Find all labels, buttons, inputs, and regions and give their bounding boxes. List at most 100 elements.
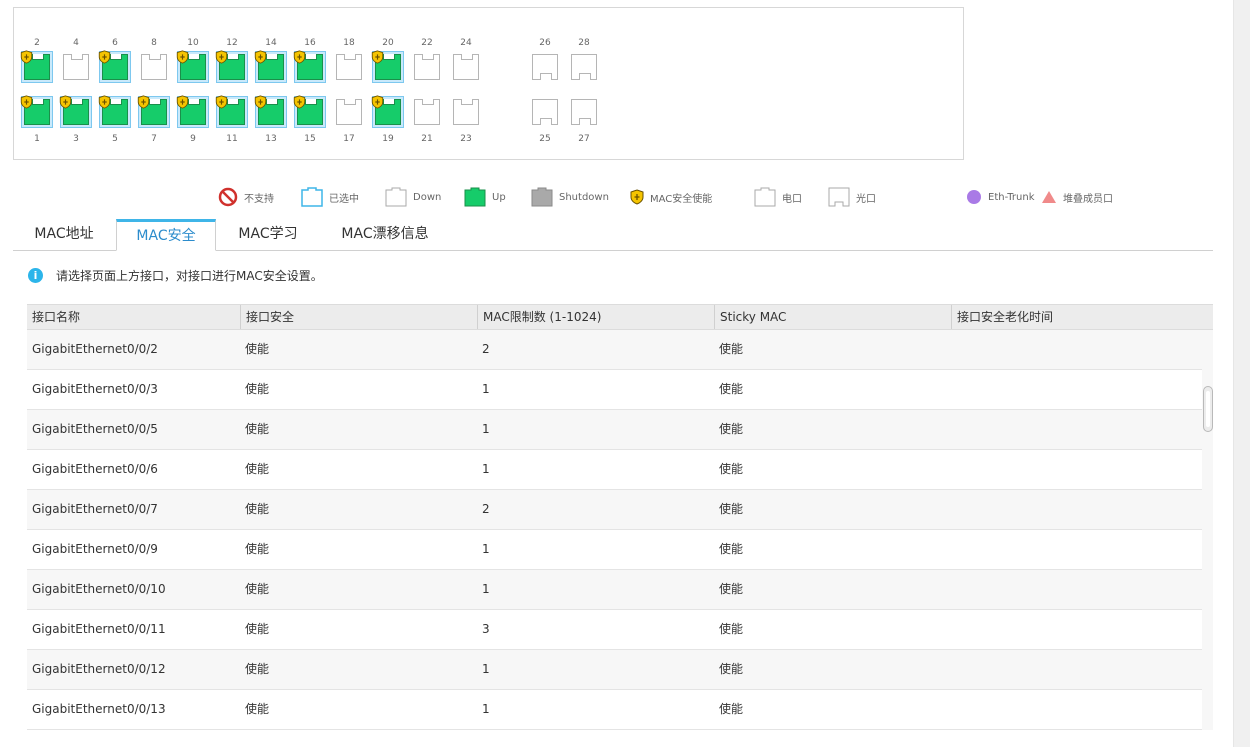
table-row[interactable]: GigabitEthernet0/0/13 使能 1 使能 [27,690,1202,730]
legend-eth-trunk: Eth-Trunk [966,186,1034,208]
table-row[interactable]: GigabitEthernet0/0/2 使能 2 使能 [27,330,1202,370]
table-row[interactable]: GigabitEthernet0/0/12 使能 1 使能 [27,650,1202,690]
table-row[interactable]: GigabitEthernet0/0/7 使能 2 使能 [27,490,1202,530]
legend-down-label: Down [413,191,442,203]
port-18[interactable] [336,54,362,80]
cell-interface-security: 使能 [245,382,270,396]
mac-security-shield-icon [630,189,644,205]
cell-interface-name: GigabitEthernet0/0/5 [32,422,158,436]
legend-mac-security: MAC安全使能 [630,186,712,208]
port-number: 18 [343,38,355,48]
optical-port-icon [828,187,850,207]
table-row[interactable]: GigabitEthernet0/0/3 使能 1 使能 [27,370,1202,410]
legend-eth-trunk-label: Eth-Trunk [988,191,1035,203]
tab-mac-address[interactable]: MAC地址 [13,219,115,250]
port-number: 25 [539,134,551,144]
cell-interface-security: 使能 [245,542,270,556]
mac-security-shield-icon [98,95,111,109]
stack-member-icon [1042,191,1056,203]
port-number: 17 [343,134,355,144]
mac-security-shield-icon [371,95,384,109]
selected-port-icon [301,187,323,207]
legend-electrical-label: 电口 [782,193,802,205]
port-number: 9 [190,134,196,144]
tab-mac-security[interactable]: MAC安全 [116,219,216,251]
cell-mac-limit: 1 [482,462,490,476]
port-4[interactable] [63,54,89,80]
legend-shutdown: Shutdown [531,186,609,208]
table-row[interactable]: GigabitEthernet0/0/5 使能 1 使能 [27,410,1202,450]
port-17[interactable] [336,99,362,125]
switch-panel: 2 4 6 8 10 12 14 16 18 20 22 24 1 3 5 7 9 11 13 15 17 19 21 23 2… [13,7,964,160]
page-scrollbar[interactable] [1233,0,1250,747]
legend-optical-label: 光口 [856,193,876,205]
cell-interface-security: 使能 [245,702,270,716]
mac-security-shield-icon [137,95,150,109]
tab-mac-learning[interactable]: MAC学习 [219,219,317,250]
mac-security-shield-icon [293,50,306,64]
table-scrollbar[interactable] [1202,330,1213,730]
legend-shutdown-label: Shutdown [559,191,609,203]
port-number: 12 [226,38,238,48]
port-number: 16 [304,38,316,48]
port-number: 3 [73,134,79,144]
port-22[interactable] [414,54,440,80]
mac-security-shield-icon [176,50,189,64]
fiber-port-25[interactable] [532,99,558,125]
port-24[interactable] [453,54,479,80]
port-number: 10 [187,38,199,48]
mac-security-shield-icon [215,50,228,64]
cell-mac-limit: 1 [482,702,490,716]
header-mac-limit[interactable]: MAC限制数 (1-1024) [477,305,714,329]
scrollbar-thumb[interactable] [1203,386,1213,432]
header-interface-name[interactable]: 接口名称 [27,305,240,329]
port-number: 27 [578,134,590,144]
port-number: 6 [112,38,118,48]
cell-sticky-mac: 使能 [719,622,744,636]
cell-interface-security: 使能 [245,342,270,356]
fiber-port-26[interactable] [532,54,558,80]
port-21[interactable] [414,99,440,125]
cell-interface-name: GigabitEthernet0/0/2 [32,342,158,356]
cell-sticky-mac: 使能 [719,702,744,716]
legend-unsupported: 不支持 [218,186,274,208]
cell-aging-time [951,650,1202,689]
table-row[interactable]: GigabitEthernet0/0/6 使能 1 使能 [27,450,1202,490]
legend-selected-label: 已选中 [329,193,359,205]
cell-interface-name: GigabitEthernet0/0/9 [32,542,158,556]
port-number: 11 [226,134,238,144]
cell-aging-time [951,530,1202,569]
port-number: 23 [460,134,472,144]
port-23[interactable] [453,99,479,125]
cell-sticky-mac: 使能 [719,662,744,676]
header-interface-security[interactable]: 接口安全 [240,305,477,329]
port-number: 20 [382,38,394,48]
fiber-port-27[interactable] [571,99,597,125]
table-row[interactable]: GigabitEthernet0/0/9 使能 1 使能 [27,530,1202,570]
legend-electrical: 电口 [754,186,802,208]
tab-bar: MAC地址 MAC安全 MAC学习 MAC漂移信息 [13,219,1213,251]
table-row[interactable]: GigabitEthernet0/0/11 使能 3 使能 [27,610,1202,650]
port-number: 26 [539,38,551,48]
mac-security-table: 接口名称 接口安全 MAC限制数 (1-1024) Sticky MAC 接口安… [27,304,1213,730]
header-aging-time[interactable]: 接口安全老化时间 [951,305,1213,329]
port-8[interactable] [141,54,167,80]
cell-interface-name: GigabitEthernet0/0/11 [32,622,166,636]
cell-sticky-mac: 使能 [719,422,744,436]
tab-mac-flapping[interactable]: MAC漂移信息 [325,219,445,250]
fiber-port-28[interactable] [571,54,597,80]
cell-aging-time [951,490,1202,529]
table-header: 接口名称 接口安全 MAC限制数 (1-1024) Sticky MAC 接口安… [27,304,1213,330]
cell-interface-name: GigabitEthernet0/0/3 [32,382,158,396]
cell-mac-limit: 3 [482,622,490,636]
cell-interface-name: GigabitEthernet0/0/7 [32,502,158,516]
header-sticky-mac[interactable]: Sticky MAC [714,305,951,329]
legend-stack-label: 堆叠成员口 [1063,193,1113,205]
mac-security-shield-icon [59,95,72,109]
cell-interface-security: 使能 [245,502,270,516]
mac-security-shield-icon [20,95,33,109]
port-number: 8 [151,38,157,48]
mac-security-shield-icon [371,50,384,64]
table-row[interactable]: GigabitEthernet0/0/10 使能 1 使能 [27,570,1202,610]
legend-mac-security-label: MAC安全使能 [650,193,713,205]
